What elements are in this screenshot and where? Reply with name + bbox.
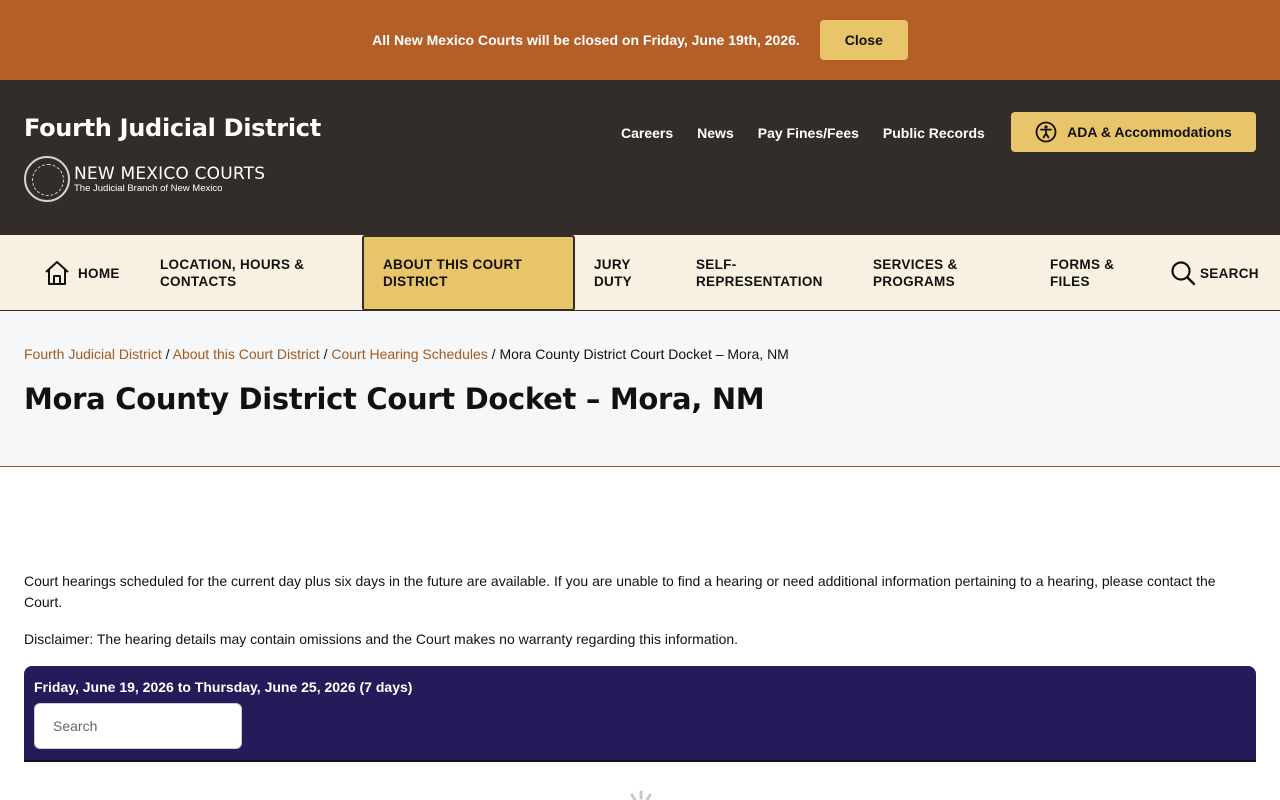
ada-accommodations-button[interactable]: ADA & Accommodations — [1011, 112, 1256, 152]
title-area: Fourth Judicial District / About this Co… — [0, 311, 1280, 467]
util-link-careers[interactable]: Careers — [621, 125, 673, 141]
site-title[interactable]: Fourth Judicial District — [24, 114, 321, 142]
breadcrumb-current: Mora County District Court Docket – Mora… — [499, 346, 789, 362]
alert-close-button[interactable]: Close — [819, 20, 908, 60]
nav-location-hours[interactable]: LOCATION, HOURS & CONTACTS — [160, 235, 330, 311]
search-icon — [1171, 261, 1196, 286]
nav-about-court[interactable]: ABOUT THIS COURT DISTRICT — [362, 235, 575, 311]
ada-label: ADA & Accommodations — [1067, 124, 1232, 140]
nav-home[interactable]: HOME — [44, 235, 120, 311]
util-link-news[interactable]: News — [697, 125, 734, 141]
nav-self-representation[interactable]: SELF-REPRESENTATION — [696, 235, 822, 311]
disclaimer-text: Disclaimer: The hearing details may cont… — [24, 631, 739, 647]
nav-search-label: SEARCH — [1200, 265, 1259, 281]
seal-icon — [24, 156, 70, 202]
loading-spinner-icon — [630, 790, 652, 800]
nm-courts-logo[interactable]: NEW MEXICO COURTS The Judicial Branch of… — [24, 156, 265, 202]
breadcrumb-link-about[interactable]: About this Court District — [173, 346, 320, 362]
nav-jury-duty[interactable]: JURY DUTY — [594, 235, 664, 311]
nav-forms-files[interactable]: FORMS & FILES — [1050, 235, 1140, 311]
breadcrumb-link-district[interactable]: Fourth Judicial District — [24, 346, 162, 362]
utility-nav: Careers News Pay Fines/Fees Public Recor… — [621, 125, 985, 141]
alert-banner: All New Mexico Courts will be closed on … — [0, 0, 1280, 80]
util-link-public-records[interactable]: Public Records — [883, 125, 985, 141]
breadcrumb: Fourth Judicial District / About this Co… — [24, 346, 789, 362]
nav-search[interactable]: SEARCH — [1170, 235, 1259, 311]
docket-panel: Friday, June 19, 2026 to Thursday, June … — [24, 666, 1256, 762]
site-header: Fourth Judicial District NEW MEXICO COUR… — [0, 80, 1280, 235]
util-link-pay-fines[interactable]: Pay Fines/Fees — [758, 125, 859, 141]
home-icon — [45, 261, 69, 285]
main-nav: HOME LOCATION, HOURS & CONTACTS ABOUT TH… — [0, 235, 1280, 311]
logo-main-text: NEW MEXICO COURTS — [74, 163, 266, 184]
nav-home-label: HOME — [78, 265, 120, 281]
page-title: Mora County District Court Docket – Mora… — [24, 382, 765, 416]
breadcrumb-link-schedules[interactable]: Court Hearing Schedules — [331, 346, 487, 362]
docket-date-range: Friday, June 19, 2026 to Thursday, June … — [34, 679, 413, 695]
docket-search-input[interactable] — [34, 703, 242, 749]
nav-services-programs[interactable]: SERVICES & PROGRAMS — [873, 235, 993, 311]
accessibility-icon — [1035, 121, 1057, 143]
intro-text: Court hearings scheduled for the current… — [24, 573, 1216, 610]
logo-sub-text: The Judicial Branch of New Mexico — [74, 182, 223, 194]
alert-message: All New Mexico Courts will be closed on … — [372, 32, 800, 48]
